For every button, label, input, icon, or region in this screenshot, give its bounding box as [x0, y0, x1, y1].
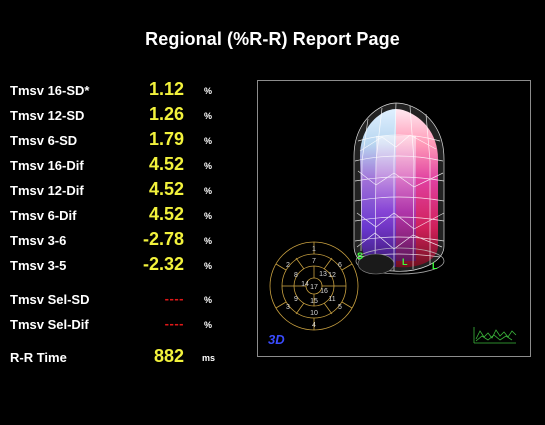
metric-label: Tmsv 3-5	[10, 258, 67, 273]
metric-unit: %	[204, 161, 213, 171]
metric-unit: %	[204, 236, 213, 246]
metric-row: Tmsv 16-SD* 1.12 %	[10, 79, 240, 101]
metric-value: 1.26	[148, 104, 184, 124]
metric-value: -2.32	[142, 254, 184, 274]
3d-view-panel[interactable]: S L L 1 2 3 4 5 6 7 8 9 10 11 12 13 14 1…	[257, 80, 531, 357]
metric-value: 1.79	[148, 129, 184, 149]
metric-unit: %	[204, 86, 213, 96]
segment-label: 4	[312, 322, 316, 329]
heart-model-view[interactable]: S L L 1 2 3 4 5 6 7 8 9 10 11 12 13 14 1…	[258, 81, 530, 356]
segment-label: 5	[338, 304, 342, 311]
waveform-icon	[473, 327, 517, 344]
segment-label: 12	[328, 272, 336, 279]
metric-unit: %	[204, 211, 213, 221]
segment-label: 7	[312, 258, 316, 265]
metric-label: Tmsv 12-SD	[10, 108, 85, 123]
metric-label: Tmsv 16-Dif	[10, 158, 84, 173]
metric-value: 4.52	[148, 179, 184, 199]
metric-unit: %	[204, 186, 213, 196]
segment-label: 16	[320, 288, 328, 295]
rr-time-unit: ms	[202, 353, 216, 363]
metric-row: Tmsv 12-SD 1.26 %	[10, 104, 240, 126]
segment-label: 6	[338, 262, 342, 269]
marker-label: L	[402, 257, 408, 267]
segment-label: 10	[310, 310, 318, 317]
segment-label: 13	[319, 271, 327, 278]
metric-row: Tmsv 12-Dif 4.52 %	[10, 179, 240, 201]
marker-label: L	[432, 261, 438, 271]
segment-label: 14	[301, 281, 309, 288]
segment-label: 2	[286, 262, 290, 269]
metric-label: Tmsv 3-6	[10, 233, 67, 248]
metric-value-empty: ----	[164, 291, 184, 306]
segment-label: 17	[310, 284, 318, 291]
marker-label: S	[357, 251, 363, 261]
metric-row: Tmsv 6-Dif 4.52 %	[10, 204, 240, 226]
metric-value: 1.12	[148, 79, 184, 99]
metric-unit: %	[204, 136, 213, 146]
metric-unit: %	[204, 261, 213, 271]
metric-label: Tmsv 6-Dif	[10, 208, 77, 223]
rr-time-label: R-R Time	[10, 350, 67, 365]
metric-row: Tmsv 6-SD 1.79 %	[10, 129, 240, 151]
metric-label: Tmsv 6-SD	[10, 133, 78, 148]
segment-label: 1	[312, 246, 316, 253]
metric-unit: %	[204, 111, 213, 121]
metric-label: Tmsv 16-SD*	[10, 83, 90, 98]
metric-value: -2.78	[142, 229, 184, 249]
segment-label: 15	[310, 298, 318, 305]
3d-mode-badge[interactable]: 3D	[268, 332, 285, 347]
metric-row: Tmsv 16-Dif 4.52 %	[10, 154, 240, 176]
metric-label: Tmsv Sel-SD	[10, 292, 90, 307]
segment-label: 9	[294, 296, 298, 303]
segment-label: 3	[286, 304, 290, 311]
segment-label: 11	[328, 296, 335, 303]
rr-time-row: R-R Time 882 ms	[10, 346, 240, 368]
metric-value-empty: ----	[164, 316, 184, 331]
metric-value: 4.52	[148, 204, 184, 224]
metric-unit: %	[204, 295, 213, 305]
metric-unit: %	[204, 320, 213, 330]
metric-row: Tmsv 3-5 -2.32 %	[10, 254, 240, 276]
metric-label: Tmsv 12-Dif	[10, 183, 84, 198]
segment-label: 8	[294, 272, 298, 279]
rr-time-value: 882	[153, 346, 184, 366]
metric-label: Tmsv Sel-Dif	[10, 317, 89, 332]
page-title: Regional (%R-R) Report Page	[145, 29, 400, 49]
metric-value: 4.52	[148, 154, 184, 174]
metric-row-selected-dif: Tmsv Sel-Dif ---- %	[10, 313, 240, 335]
heart-model	[353, 102, 445, 275]
metric-row: Tmsv 3-6 -2.78 %	[10, 229, 240, 251]
metric-row-selected-sd: Tmsv Sel-SD ---- %	[10, 288, 240, 310]
